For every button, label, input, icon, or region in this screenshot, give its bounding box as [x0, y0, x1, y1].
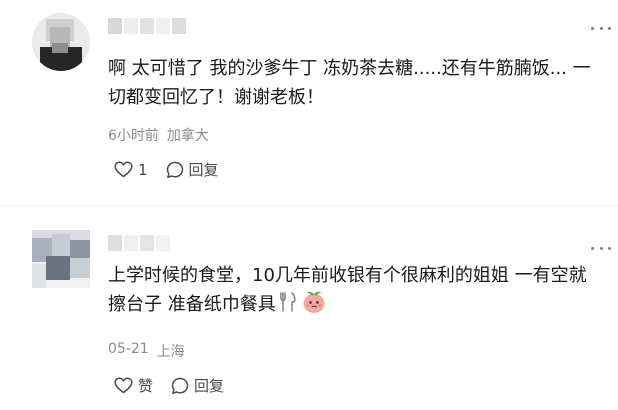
like-button[interactable]: 1	[114, 161, 148, 179]
peach-face-emoji	[303, 291, 325, 313]
comment-text: 啊 太可惜了 我的沙爹牛丁 冻奶茶去糖.....还有牛筋腩饭... 一切都变回忆…	[108, 58, 591, 108]
like-button[interactable]: 赞	[114, 375, 153, 396]
user-avatar[interactable]	[32, 13, 90, 71]
comment-location: 上海	[156, 344, 185, 360]
more-options-icon[interactable]	[591, 25, 611, 31]
comment-text-body: 上学时候的食堂，10几年前收银有个很麻利的姐姐 一有空就擦台子 准备纸巾餐具	[108, 265, 587, 315]
more-options-icon[interactable]	[591, 245, 611, 251]
heart-icon	[114, 161, 133, 178]
speech-bubble-icon	[166, 161, 183, 178]
comment-item: 上学时候的食堂，10几年前收银有个很麻利的姐姐 一有空就擦台子 准备纸巾餐具 0…	[0, 205, 618, 410]
comment-actions: 1 回复	[114, 159, 219, 180]
username-blurred[interactable]	[108, 18, 186, 34]
reply-label: 回复	[194, 377, 225, 395]
comment-meta: 05-21 上海	[108, 341, 185, 361]
comment-meta: 6小时前 加拿大	[108, 125, 209, 145]
reply-label: 回复	[188, 161, 219, 179]
comment-actions: 赞 回复	[114, 375, 224, 396]
username-blurred[interactable]	[108, 235, 170, 251]
like-label: 赞	[138, 377, 154, 395]
reply-button[interactable]: 回复	[171, 375, 224, 396]
comment-text: 上学时候的食堂，10几年前收银有个很麻利的姐姐 一有空就擦台子 准备纸巾餐具	[108, 261, 603, 319]
comment-time: 05-21	[108, 341, 149, 357]
comment-list: 啊 太可惜了 我的沙爹牛丁 冻奶茶去糖.....还有牛筋腩饭... 一切都变回忆…	[0, 0, 618, 410]
user-avatar[interactable]	[32, 230, 90, 288]
comment-location: 加拿大	[166, 128, 209, 144]
reply-button[interactable]: 回复	[166, 159, 219, 180]
speech-bubble-icon	[171, 377, 189, 394]
comment-time: 6小时前	[108, 128, 159, 144]
fork-and-knife-emoji	[280, 292, 296, 312]
comment-item: 啊 太可惜了 我的沙爹牛丁 冻奶茶去糖.....还有牛筋腩饭... 一切都变回忆…	[0, 0, 618, 205]
heart-icon	[114, 377, 133, 394]
like-count: 1	[138, 160, 148, 179]
